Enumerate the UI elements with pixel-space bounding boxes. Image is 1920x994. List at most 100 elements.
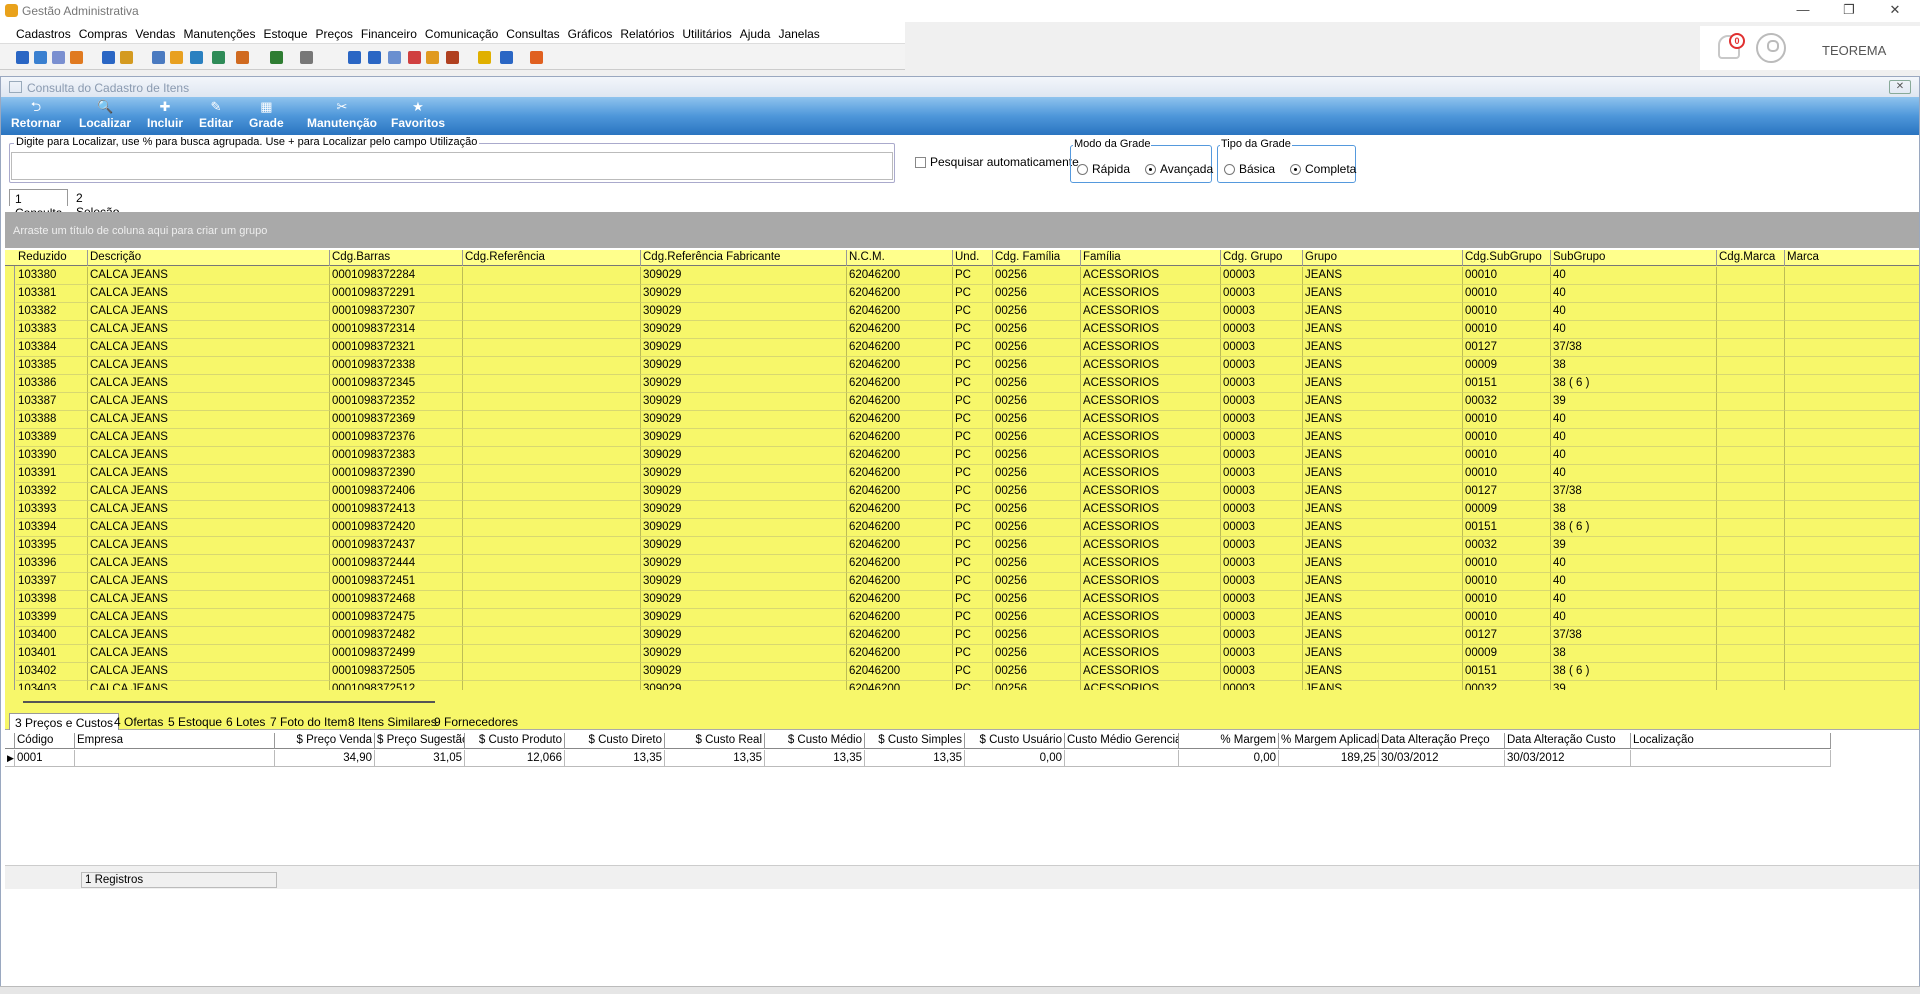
detail-tab-3[interactable]: 6 Lotes	[221, 713, 270, 730]
menu-item-2[interactable]: Vendas	[131, 22, 179, 41]
prices-header-8[interactable]: $ Custo Simples	[865, 733, 965, 749]
toolbar-icon-8[interactable]	[190, 51, 203, 64]
table-row[interactable]: 103400 CALCA JEANS 0001098372482 309029 6204…	[5, 627, 1919, 645]
table-row[interactable]: 103388 CALCA JEANS 0001098372369 309029 6204…	[5, 411, 1919, 429]
toolbar-icon-1[interactable]	[34, 51, 47, 64]
toolbar-icon-4[interactable]	[102, 51, 115, 64]
scroll-thumb[interactable]	[23, 701, 435, 703]
prices-header-10[interactable]: Custo Médio Gerencial	[1065, 733, 1179, 749]
menu-item-9[interactable]: Gráficos	[564, 22, 617, 41]
toolbar-icon-0[interactable]	[16, 51, 29, 64]
prices-header-12[interactable]: % Margem Aplicada	[1279, 733, 1379, 749]
group-by-area[interactable]: Arraste um título de coluna aqui para cr…	[5, 212, 1919, 248]
table-row[interactable]: 103387 CALCA JEANS 0001098372352 309029 6204…	[5, 393, 1919, 411]
ribbon-incluir-button[interactable]: ✚ Incluir	[147, 99, 183, 130]
menu-item-5[interactable]: Preços	[312, 22, 357, 41]
toolbar-icon-10[interactable]	[236, 51, 249, 64]
table-row[interactable]: 103390 CALCA JEANS 0001098372383 309029 6204…	[5, 447, 1919, 465]
radio-avancada[interactable]	[1145, 164, 1156, 175]
prices-header-13[interactable]: Data Alteração Preço	[1379, 733, 1505, 749]
table-row[interactable]: 103393 CALCA JEANS 0001098372413 309029 6204…	[5, 501, 1919, 519]
menu-item-3[interactable]: Manutenções	[179, 22, 259, 41]
grid-header-3[interactable]: Cdg.Referência	[463, 250, 641, 266]
menu-item-6[interactable]: Financeiro	[357, 22, 421, 41]
grid-header-11[interactable]: Cdg.SubGrupo	[1463, 250, 1551, 266]
menu-item-4[interactable]: Estoque	[259, 22, 311, 41]
toolbar-icon-18[interactable]	[446, 51, 459, 64]
table-row[interactable]: 103384 CALCA JEANS 0001098372321 309029 6204…	[5, 339, 1919, 357]
table-row[interactable]: 103394 CALCA JEANS 0001098372420 309029 6204…	[5, 519, 1919, 537]
menu-item-8[interactable]: Consultas	[502, 22, 563, 41]
toolbar-icon-15[interactable]	[388, 51, 401, 64]
toolbar-icon-7[interactable]	[170, 51, 183, 64]
detail-tab-0[interactable]: 3 Preços e Custos	[9, 713, 120, 730]
detail-tab-1[interactable]: 4 Ofertas	[109, 713, 168, 730]
prices-header-4[interactable]: $ Custo Produto	[465, 733, 565, 749]
prices-header-1[interactable]: Empresa	[75, 733, 275, 749]
table-row[interactable]: 103383 CALCA JEANS 0001098372314 309029 6204…	[5, 321, 1919, 339]
ribbon-retornar-button[interactable]: ⮌ Retornar	[11, 99, 61, 130]
table-row[interactable]: 103382 CALCA JEANS 0001098372307 309029 6204…	[5, 303, 1919, 321]
toolbar-icon-20[interactable]	[500, 51, 513, 64]
toolbar-icon-11[interactable]	[270, 51, 283, 64]
table-row[interactable]: 103380 CALCA JEANS 0001098372284 309029 6204…	[5, 267, 1919, 285]
toolbar-icon-6[interactable]	[152, 51, 165, 64]
prices-header-6[interactable]: $ Custo Real	[665, 733, 765, 749]
table-row[interactable]: 103385 CALCA JEANS 0001098372338 309029 6204…	[5, 357, 1919, 375]
table-row[interactable]: 103402 CALCA JEANS 0001098372505 309029 6204…	[5, 663, 1919, 681]
toolbar-icon-14[interactable]	[368, 51, 381, 64]
table-row[interactable]: 103395 CALCA JEANS 0001098372437 309029 6204…	[5, 537, 1919, 555]
table-row[interactable]: 103399 CALCA JEANS 0001098372475 309029 6204…	[5, 609, 1919, 627]
toolbar-icon-13[interactable]	[348, 51, 361, 64]
toolbar-icon-9[interactable]	[212, 51, 225, 64]
menu-item-10[interactable]: Relatórios	[616, 22, 678, 41]
menu-item-7[interactable]: Comunicação	[421, 22, 502, 41]
prices-header-14[interactable]: Data Alteração Custo	[1505, 733, 1631, 749]
window-close-button[interactable]: ✕	[1889, 80, 1911, 94]
tab-consulta[interactable]: 1 Consulta	[9, 189, 69, 220]
table-row[interactable]: 103397 CALCA JEANS 0001098372451 309029 6204…	[5, 573, 1919, 591]
prices-header-3[interactable]: $ Preço Sugestão	[375, 733, 465, 749]
detail-tab-4[interactable]: 7 Foto do Item	[265, 713, 352, 730]
grid-header-8[interactable]: Família	[1081, 250, 1221, 266]
radio-completa[interactable]	[1290, 164, 1301, 175]
ribbon-localizar-button[interactable]: 🔍 Localizar	[79, 99, 131, 130]
prices-header-0[interactable]: Código	[15, 733, 75, 749]
menu-item-1[interactable]: Compras	[75, 22, 132, 41]
search-input[interactable]	[11, 152, 893, 180]
prices-header-5[interactable]: $ Custo Direto	[565, 733, 665, 749]
detail-tab-5[interactable]: 8 Itens Similares	[343, 713, 442, 730]
table-row[interactable]: 103386 CALCA JEANS 0001098372345 309029 6204…	[5, 375, 1919, 393]
grid-header-12[interactable]: SubGrupo	[1551, 250, 1717, 266]
ribbon-favoritos-button[interactable]: ★ Favoritos	[391, 99, 445, 130]
grid-header-7[interactable]: Cdg. Família	[993, 250, 1081, 266]
grid-header-5[interactable]: N.C.M.	[847, 250, 953, 266]
menu-item-0[interactable]: Cadastros	[12, 22, 75, 41]
table-row[interactable]: 103389 CALCA JEANS 0001098372376 309029 6204…	[5, 429, 1919, 447]
grid-header-13[interactable]: Cdg.Marca	[1717, 250, 1785, 266]
prices-header-15[interactable]: Localização	[1631, 733, 1831, 749]
table-row[interactable]: 103396 CALCA JEANS 0001098372444 309029 6204…	[5, 555, 1919, 573]
detail-tab-6[interactable]: 9 Fornecedores	[429, 713, 523, 730]
auto-search-checkbox[interactable]	[915, 157, 926, 168]
grid-header-1[interactable]: Descrição	[88, 250, 330, 266]
grid-horizontal-scrollbar[interactable]	[5, 690, 1919, 712]
grid-header-6[interactable]: Und.	[953, 250, 993, 266]
toolbar-icon-3[interactable]	[70, 51, 83, 64]
grid-header-9[interactable]: Cdg. Grupo	[1221, 250, 1303, 266]
menu-item-11[interactable]: Utilitários	[678, 22, 735, 41]
table-row[interactable]: 103398 CALCA JEANS 0001098372468 309029 6204…	[5, 591, 1919, 609]
menu-item-13[interactable]: Janelas	[774, 22, 823, 41]
table-row[interactable]: 103401 CALCA JEANS 0001098372499 309029 6204…	[5, 645, 1919, 663]
grid-header-0[interactable]: Reduzido	[16, 250, 88, 266]
grid-header-14[interactable]: Marca	[1785, 250, 1919, 266]
toolbar-icon-12[interactable]	[300, 51, 313, 64]
toolbar-icon-21[interactable]	[530, 51, 543, 64]
table-row[interactable]: 103392 CALCA JEANS 0001098372406 309029 6204…	[5, 483, 1919, 501]
toolbar-icon-17[interactable]	[426, 51, 439, 64]
ribbon-manutenção-button[interactable]: ✂ Manutenção	[307, 99, 377, 130]
prices-header-7[interactable]: $ Custo Médio	[765, 733, 865, 749]
prices-header-11[interactable]: % Margem	[1179, 733, 1279, 749]
toolbar-icon-19[interactable]	[478, 51, 491, 64]
radio-rapida[interactable]	[1077, 164, 1088, 175]
